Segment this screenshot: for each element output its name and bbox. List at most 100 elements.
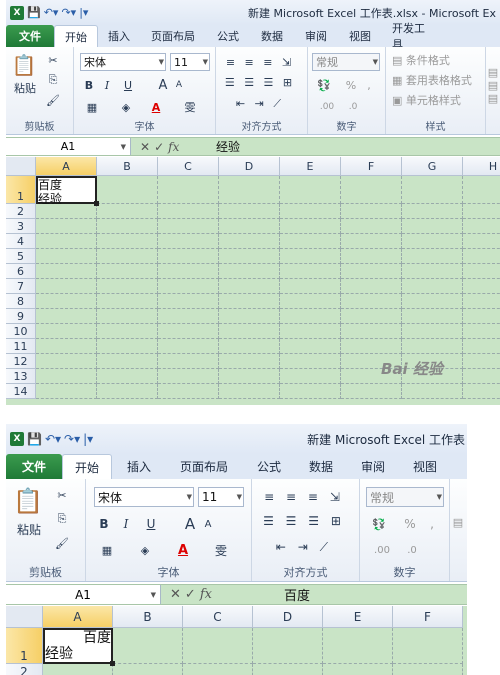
cell-a14[interactable] [36, 384, 97, 399]
cell-f2[interactable] [341, 204, 402, 219]
cell-e12[interactable] [280, 354, 341, 369]
cell-c2[interactable] [158, 204, 219, 219]
increase-decimal-button[interactable]: .00 [370, 541, 394, 559]
row-header-14[interactable]: 14 [6, 384, 36, 399]
cell-c11[interactable] [158, 339, 219, 354]
cell-c7[interactable] [158, 279, 219, 294]
row-header-8[interactable]: 8 [6, 294, 36, 309]
cell-a2[interactable] [36, 204, 97, 219]
cell-f7[interactable] [341, 279, 402, 294]
cell-d11[interactable] [219, 339, 280, 354]
row-header-9[interactable]: 9 [6, 309, 36, 324]
cell-a12[interactable] [36, 354, 97, 369]
cell-b9[interactable] [97, 309, 158, 324]
cell-h12[interactable] [463, 354, 500, 369]
cut-icon[interactable]: ✂ [54, 487, 70, 503]
tab-review[interactable]: 审阅 [346, 454, 400, 479]
row-header-11[interactable]: 11 [6, 339, 36, 354]
tab-file[interactable]: 文件 [6, 454, 62, 479]
tab-review[interactable]: 审阅 [294, 25, 338, 47]
column-header-e[interactable]: E [280, 157, 341, 176]
cell-c14[interactable] [158, 384, 219, 399]
tab-data[interactable]: 数据 [250, 25, 294, 47]
cells-icons[interactable]: ▤ ▤ ▤ [488, 55, 498, 115]
italic-button[interactable]: I [100, 77, 114, 93]
cell-g8[interactable] [402, 294, 463, 309]
column-header-c[interactable]: C [158, 157, 219, 176]
undo-icon[interactable]: ↶▾ [45, 432, 61, 446]
cell-b1[interactable] [97, 176, 158, 204]
fill-color-icon[interactable]: ◈ [134, 541, 156, 559]
cell-c1[interactable] [158, 176, 219, 204]
format-painter-icon[interactable]: 🖌 [54, 535, 70, 551]
redo-icon[interactable]: ↷▾ [64, 432, 80, 446]
number-format-select[interactable]: 常规 ▼ [312, 53, 380, 71]
cell-b13[interactable] [97, 369, 158, 384]
cell-a10[interactable] [36, 324, 97, 339]
cell-h2[interactable] [463, 204, 500, 219]
cancel-icon[interactable]: ✕ [170, 587, 181, 602]
format-painter-icon[interactable]: 🖌 [46, 93, 60, 107]
cell-h13[interactable] [463, 369, 500, 384]
bold-button[interactable]: B [82, 77, 96, 93]
cell-a1[interactable]: 百度 经验 [36, 176, 99, 206]
cell-g6[interactable] [402, 264, 463, 279]
cell-h4[interactable] [463, 234, 500, 249]
enter-icon[interactable]: ✓ [154, 140, 164, 154]
cell-b5[interactable] [97, 249, 158, 264]
row-header-6[interactable]: 6 [6, 264, 36, 279]
row-header-1[interactable]: 1 [6, 628, 43, 664]
cell-a5[interactable] [36, 249, 97, 264]
cell-g4[interactable] [402, 234, 463, 249]
select-all-corner[interactable] [6, 157, 36, 176]
cell-a7[interactable] [36, 279, 97, 294]
indent-icons[interactable]: ⇤ ⇥ ⟋ [224, 97, 296, 111]
cell-e3[interactable] [280, 219, 341, 234]
cell-b14[interactable] [97, 384, 158, 399]
font-color-button[interactable]: A [172, 541, 194, 559]
indent-icons[interactable]: ⇤ ⇥ ⟋ [260, 539, 348, 555]
cell-b6[interactable] [97, 264, 158, 279]
cell-f6[interactable] [341, 264, 402, 279]
cell-h8[interactable] [463, 294, 500, 309]
cell-d3[interactable] [219, 219, 280, 234]
row-header-7[interactable]: 7 [6, 279, 36, 294]
underline-button[interactable]: U [140, 515, 162, 533]
undo-icon[interactable]: ↶▾ [44, 6, 59, 19]
font-color-button[interactable]: A [146, 99, 166, 115]
select-all-corner[interactable] [6, 606, 43, 628]
phonetic-button[interactable]: 雯 [180, 99, 200, 115]
vertical-align-icons[interactable]: ≡ ≡ ≡ ⇲ [260, 489, 348, 505]
cell-h7[interactable] [463, 279, 500, 294]
tab-page-layout[interactable]: 页面布局 [140, 25, 206, 47]
cell-a9[interactable] [36, 309, 97, 324]
save-icon[interactable]: 💾 [27, 6, 41, 19]
cell-e10[interactable] [280, 324, 341, 339]
insert-function-button[interactable]: fx [200, 587, 212, 602]
horizontal-align-icons[interactable]: ☰ ☰ ☰ ⊞ [224, 75, 296, 89]
tab-home[interactable]: 开始 [62, 454, 112, 479]
comma-button[interactable]: , [362, 77, 376, 93]
bold-button[interactable]: B [96, 515, 112, 533]
row-header-2[interactable]: 2 [6, 664, 43, 675]
cell-b4[interactable] [97, 234, 158, 249]
cell-d13[interactable] [219, 369, 280, 384]
row-header-10[interactable]: 10 [6, 324, 36, 339]
name-box[interactable]: A1 ▼ [6, 585, 161, 604]
cell-a8[interactable] [36, 294, 97, 309]
cell-e4[interactable] [280, 234, 341, 249]
copy-icon[interactable]: ⎘ [46, 73, 60, 87]
cell-c1[interactable] [183, 628, 253, 664]
save-icon[interactable]: 💾 [27, 432, 42, 446]
cell-f5[interactable] [341, 249, 402, 264]
cell-d7[interactable] [219, 279, 280, 294]
cell-f10[interactable] [341, 324, 402, 339]
column-header-c[interactable]: C [183, 606, 253, 628]
cell-d4[interactable] [219, 234, 280, 249]
shrink-font-button[interactable]: A [200, 515, 216, 533]
cancel-icon[interactable]: ✕ [140, 140, 150, 154]
font-name-select[interactable]: 宋体 ▼ [94, 487, 194, 507]
cell-c2[interactable] [183, 664, 253, 675]
column-header-e[interactable]: E [323, 606, 393, 628]
cell-c8[interactable] [158, 294, 219, 309]
